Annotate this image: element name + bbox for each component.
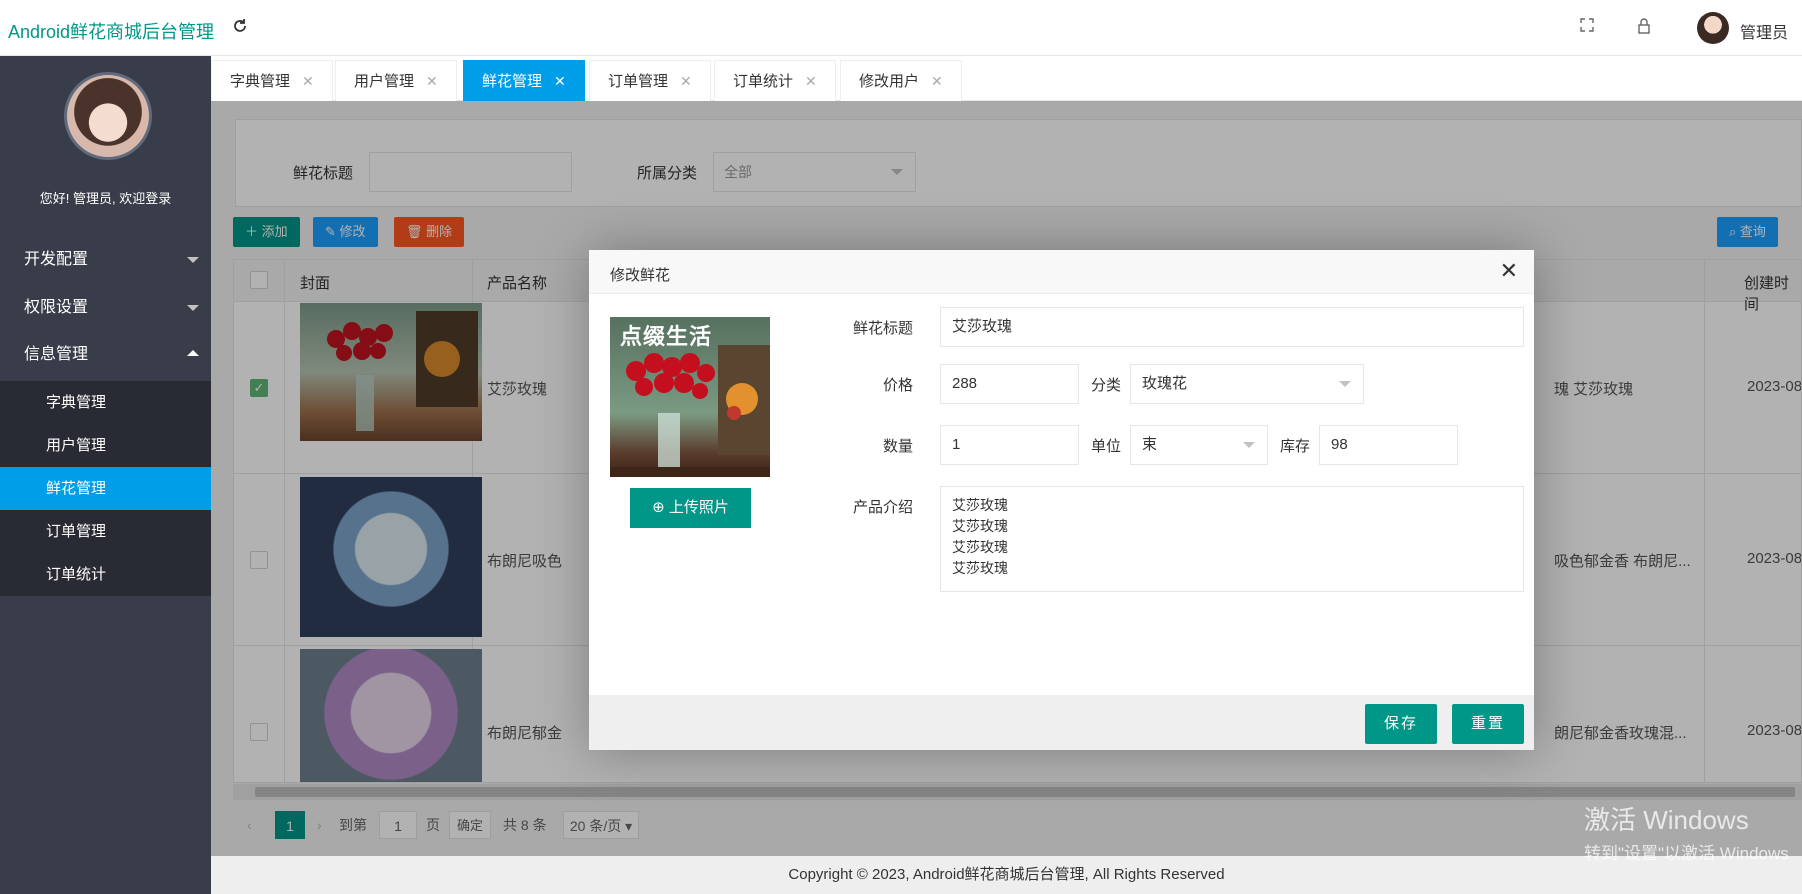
tab-orders[interactable]: 订单管理 ✕ (589, 60, 711, 101)
plus-circle-icon: ⊕ (652, 499, 665, 516)
unit-value: 束 (1142, 436, 1158, 453)
tab-label: 字典管理 (230, 73, 291, 90)
stock-label: 库存 (1279, 438, 1310, 455)
intro-label: 产品介绍 (852, 499, 913, 516)
unit-label: 单位 (1090, 438, 1121, 455)
title-label: 鲜花标题 (852, 320, 913, 337)
sidebar-item-order-stats[interactable]: 订单统计 (0, 553, 211, 596)
category-value: 玫瑰花 (1142, 375, 1188, 392)
tab-label: 订单管理 (608, 73, 669, 90)
menu-group-info[interactable]: 信息管理 (0, 332, 211, 378)
dialog-footer: 保存 重置 (589, 695, 1534, 750)
footer-copyright: Copyright © 2023, Android鲜花商城后台管理, All R… (211, 856, 1802, 894)
windows-watermark: 激活 Windows 转到"设置"以激活 Windows (1584, 800, 1789, 864)
tab-dictionary[interactable]: 字典管理 ✕ (211, 60, 333, 101)
menu-group-label: 开发配置 (24, 251, 89, 268)
chevron-down-icon (1339, 381, 1351, 387)
tab-order-stats[interactable]: 订单统计 ✕ (714, 60, 836, 101)
sidebar: 您好! 管理员, 欢迎登录 开发配置 权限设置 信息管理 字典管理 用户管理 鲜… (0, 56, 211, 894)
user-avatar[interactable] (1697, 12, 1729, 44)
tab-flowers[interactable]: 鲜花管理 ✕ (463, 60, 585, 101)
fullscreen-icon[interactable] (1577, 18, 1597, 38)
category-label: 分类 (1090, 377, 1121, 394)
tab-label: 用户管理 (354, 73, 415, 90)
sidebar-item-flowers[interactable]: 鲜花管理 (0, 467, 211, 510)
reset-button[interactable]: 重置 (1452, 704, 1524, 744)
quantity-label: 数量 (882, 438, 913, 455)
sidebar-avatar (64, 72, 152, 160)
watermark-line-1: 激活 Windows (1584, 805, 1749, 835)
lock-icon[interactable] (1634, 18, 1654, 38)
flower-cover-image: 点缀生活 (610, 317, 770, 477)
edit-flower-dialog: 修改鲜花 ✕ 点缀生活 ⊕ 上传照片 鲜花标题 艾莎玫瑰 价格 288 分类 玫… (589, 250, 1534, 750)
submenu-info: 字典管理 用户管理 鲜花管理 订单管理 订单统计 (0, 381, 211, 596)
refresh-icon[interactable] (230, 18, 250, 38)
save-button[interactable]: 保存 (1365, 704, 1437, 744)
close-icon[interactable]: ✕ (931, 73, 943, 89)
sidebar-item-users[interactable]: 用户管理 (0, 424, 211, 467)
chevron-down-icon (1243, 442, 1255, 448)
menu-group-dev-config[interactable]: 开发配置 (0, 237, 211, 283)
cover-caption: 点缀生活 (620, 324, 713, 349)
tab-label: 订单统计 (733, 73, 794, 90)
upload-label: 上传照片 (668, 499, 729, 516)
close-icon[interactable]: ✕ (426, 73, 438, 89)
quantity-input[interactable]: 1 (940, 425, 1079, 465)
close-icon[interactable]: ✕ (1500, 260, 1518, 282)
intro-line: 艾莎玫瑰 (952, 539, 1008, 555)
sidebar-item-orders[interactable]: 订单管理 (0, 510, 211, 553)
close-icon[interactable]: ✕ (680, 73, 692, 89)
dialog-title: 修改鲜花 (610, 267, 671, 284)
dialog-header: 修改鲜花 ✕ (589, 250, 1534, 294)
chevron-down-icon (187, 305, 199, 311)
top-header: Android鲜花商城后台管理 管理员 (0, 0, 1802, 56)
unit-select[interactable]: 束 (1130, 425, 1268, 465)
price-label: 价格 (882, 377, 913, 394)
chevron-up-icon (187, 350, 199, 356)
tab-label: 修改用户 (859, 73, 920, 90)
welcome-text: 您好! 管理员, 欢迎登录 (39, 191, 172, 206)
intro-line: 艾莎玫瑰 (952, 560, 1008, 576)
chevron-down-icon (187, 257, 199, 263)
intro-line: 艾莎玫瑰 (952, 497, 1008, 513)
close-icon[interactable]: ✕ (302, 73, 314, 89)
intro-textarea[interactable]: 艾莎玫瑰 艾莎玫瑰 艾莎玫瑰 艾莎玫瑰 (940, 486, 1524, 592)
watermark-line-2: 转到"设置"以激活 Windows (1584, 844, 1789, 863)
tab-bar: 字典管理 ✕ 用户管理 ✕ 鲜花管理 ✕ 订单管理 ✕ 订单统计 ✕ 修改用户 ✕ (211, 56, 1802, 101)
tab-users[interactable]: 用户管理 ✕ (335, 60, 457, 101)
tab-label: 鲜花管理 (482, 73, 543, 90)
menu-group-label: 信息管理 (24, 346, 89, 363)
tab-edit-user[interactable]: 修改用户 ✕ (840, 60, 962, 101)
close-icon[interactable]: ✕ (805, 73, 817, 89)
price-input[interactable]: 288 (940, 364, 1079, 404)
sidebar-item-dictionary[interactable]: 字典管理 (0, 381, 211, 424)
menu-group-label: 权限设置 (24, 299, 89, 316)
upload-photo-button[interactable]: ⊕ 上传照片 (630, 488, 751, 528)
app-title: Android鲜花商城后台管理 (8, 22, 215, 42)
close-icon[interactable]: ✕ (554, 73, 566, 89)
user-name[interactable]: 管理员 (1740, 19, 1788, 43)
menu-group-permissions[interactable]: 权限设置 (0, 285, 211, 331)
intro-line: 艾莎玫瑰 (952, 518, 1008, 534)
title-input[interactable]: 艾莎玫瑰 (940, 307, 1524, 347)
category-select[interactable]: 玫瑰花 (1130, 364, 1364, 404)
stock-input[interactable]: 98 (1319, 425, 1458, 465)
